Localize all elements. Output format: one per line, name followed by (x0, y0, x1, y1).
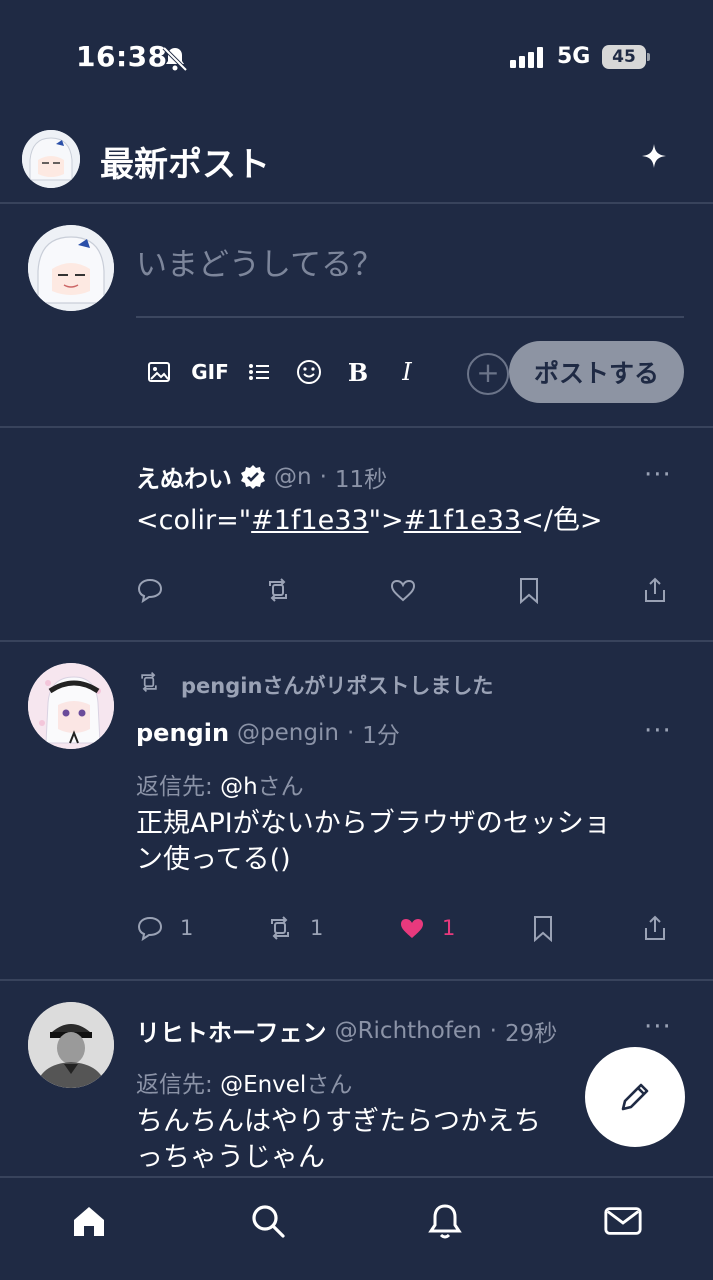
page-title: 最新ポスト (100, 145, 270, 185)
mail-icon (604, 1207, 642, 1235)
emoji-icon[interactable] (295, 356, 323, 388)
bell-muted-icon (162, 46, 188, 72)
post-author-handle[interactable]: @pengin (237, 720, 339, 746)
battery-icon: 45 (602, 45, 646, 69)
post-body-text: "> (368, 505, 404, 536)
battery-nub (647, 53, 650, 61)
post-1-header: えぬわい @n · 11秒 (136, 459, 387, 494)
tab-messages[interactable] (603, 1201, 643, 1241)
post-2-header: pengin @pengin · 1分 (136, 716, 400, 750)
like-button[interactable] (389, 576, 417, 604)
post-author-name[interactable]: リヒトホーフェン (136, 1013, 327, 1048)
signal-icon (510, 46, 543, 68)
compose-avatar[interactable] (28, 225, 114, 311)
tab-home[interactable] (69, 1201, 109, 1241)
bookmark-icon (520, 578, 538, 604)
like-button[interactable]: 1 (398, 914, 455, 942)
heart-filled-icon (401, 919, 423, 938)
reply-icon (137, 916, 163, 942)
post-body-line: 正規APIがないからブラウザのセッショ (136, 808, 611, 839)
add-thread-button[interactable]: + (467, 353, 509, 395)
post-author-avatar[interactable] (28, 1002, 114, 1088)
reply-to-suffix: さん (257, 774, 304, 800)
post-divider (0, 640, 713, 642)
italic-button[interactable]: I (394, 356, 420, 388)
post-body-text: </色> (521, 505, 603, 536)
post-separator: · (319, 463, 327, 490)
repost-button[interactable]: 1 (266, 914, 323, 942)
tab-search[interactable] (248, 1201, 288, 1241)
reply-to-handle[interactable]: @Envel (220, 1072, 306, 1098)
network-type: 5G (557, 44, 591, 69)
post-3-header: リヒトホーフェン @Richthofen · 29秒 (136, 1013, 557, 1048)
reply-button[interactable] (136, 576, 164, 604)
status-time: 16:38 (76, 40, 168, 73)
reply-count: 1 (180, 916, 194, 940)
compose-input[interactable] (136, 244, 684, 318)
hashtag-link[interactable]: #1f1e33 (404, 505, 521, 536)
share-icon (645, 577, 665, 602)
post-timestamp: 11秒 (334, 466, 388, 493)
like-count: 1 (442, 916, 456, 940)
heart-icon (390, 579, 416, 602)
compose-divider (0, 426, 713, 428)
repost-icon (141, 671, 157, 693)
post-body: <colir="#1f1e33">#1f1e33</色> (136, 503, 602, 539)
post-body-line: っちゃうじゃん (136, 1142, 325, 1173)
share-icon (645, 915, 665, 940)
share-button[interactable] (641, 576, 669, 604)
bold-button[interactable]: B (344, 356, 372, 388)
list-icon[interactable] (246, 356, 272, 388)
post-body-line: ン使ってる() (136, 844, 291, 875)
reply-button[interactable]: 1 (136, 914, 193, 942)
post-author-name[interactable]: pengin (136, 719, 229, 747)
more-options-button[interactable]: ··· (644, 1012, 672, 1042)
post-body-line: ちんちんはやりすぎたらつかえち (136, 1106, 541, 1137)
reply-to-line: 返信先: @Envelさん (136, 1065, 352, 1099)
repost-icon (269, 578, 287, 602)
bookmark-button[interactable] (515, 576, 543, 604)
post-author-handle[interactable]: @n (274, 464, 312, 490)
image-icon[interactable] (146, 356, 172, 388)
repost-count: 1 (310, 916, 324, 940)
header-divider (0, 202, 713, 204)
more-options-button[interactable]: ··· (644, 716, 672, 746)
profile-avatar[interactable] (22, 130, 80, 188)
sparkle-icon[interactable] (640, 142, 668, 170)
post-author-name[interactable]: えぬわい (136, 459, 232, 494)
share-button[interactable] (641, 914, 669, 942)
post-separator: · (346, 720, 355, 746)
reply-icon (137, 578, 163, 604)
bookmark-button[interactable] (529, 914, 557, 942)
more-options-button[interactable]: ··· (644, 460, 672, 490)
reply-to-line: 返信先: @hさん (136, 767, 304, 801)
post-timestamp: 29秒 (504, 1020, 558, 1047)
reply-to-suffix: さん (306, 1072, 353, 1098)
post-body-text: <colir=" (136, 505, 252, 536)
hashtag-link[interactable]: #1f1e33 (251, 505, 368, 536)
bell-icon (428, 1204, 462, 1239)
repost-icon (271, 916, 289, 940)
compose-fab-button[interactable] (585, 1047, 685, 1147)
pencil-icon (621, 1083, 649, 1111)
home-icon (74, 1207, 104, 1236)
bookmark-icon (534, 916, 552, 942)
search-icon (252, 1205, 285, 1238)
post-divider (0, 979, 713, 981)
post-author-handle[interactable]: @Richthofen (335, 1018, 482, 1044)
post-author-avatar[interactable] (28, 663, 114, 749)
tab-notifications[interactable] (425, 1201, 465, 1241)
post-button[interactable]: ポストする (509, 341, 684, 403)
verified-icon (241, 464, 265, 489)
reply-to-prefix: 返信先: (136, 1072, 213, 1098)
repost-button[interactable] (264, 576, 292, 604)
reposted-by-label[interactable]: penginさんがリポストしました (181, 670, 493, 700)
post-separator: · (489, 1017, 497, 1044)
gif-button[interactable]: GIF (190, 356, 230, 388)
reply-to-prefix: 返信先: (136, 774, 213, 800)
post-timestamp: 1分 (362, 723, 400, 749)
reply-to-handle[interactable]: @h (220, 774, 258, 800)
